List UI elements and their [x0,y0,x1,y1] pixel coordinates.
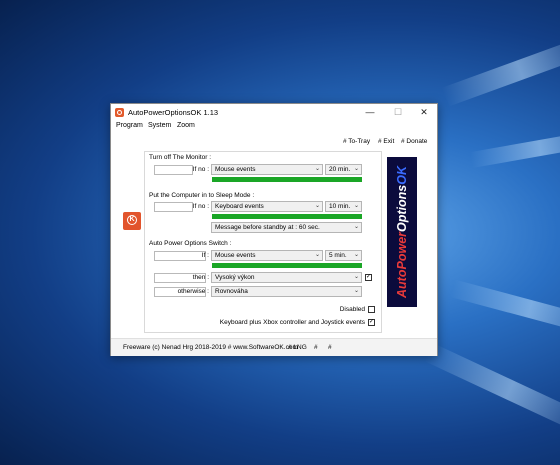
switch-then-select[interactable]: Vysoký výkon ⌄ [211,272,362,283]
menu-system[interactable]: System [148,122,171,129]
sleep-heading: Put the Computer in to Sleep Mode : [149,192,255,199]
sleep-message-select[interactable]: Message before standby at : 60 sec. ⌄ [211,222,362,233]
sleep-if-label: If no : [192,203,209,210]
monitor-if-label: If no : [192,166,209,173]
product-banner: AutoPowerOptionsOK [387,157,417,307]
sleep-time-select[interactable]: 10 min. ⌄ [325,201,362,212]
switch-then-label: then : [192,274,209,281]
chevron-down-icon: ⌄ [353,288,359,294]
exit-link[interactable]: # Exit [378,138,394,145]
sleep-progress-bar [212,214,362,219]
chevron-down-icon: ⌄ [353,203,359,209]
status-bar: Freeware (c) Nenad Hrg 2018-2019 # www.S… [111,338,437,356]
app-logo-icon [123,212,141,230]
sleep-event-select[interactable]: Keyboard events ⌄ [211,201,323,212]
chevron-down-icon: ⌄ [353,274,359,280]
switch-otherwise-label: otherwise : [177,288,209,295]
keyboard-joystick-label: Keyboard plus Xbox controller and Joysti… [219,319,365,326]
chevron-down-icon: ⌄ [353,166,359,172]
monitor-time-select[interactable]: 20 min. ⌄ [325,164,362,175]
keyboard-joystick-checkbox[interactable]: ✓ [368,319,375,326]
disabled-checkbox[interactable] [368,306,375,313]
maximize-button[interactable]: ☐ [387,104,409,121]
hash-link-2[interactable]: # [328,344,332,351]
banner-text-options: Options [395,184,409,232]
app-window: AutoPowerOptionsOK 1.13 — ☐ ✕ Program Sy… [110,103,438,356]
chevron-down-icon: ⌄ [314,203,320,209]
monitor-info-box [154,165,193,175]
monitor-heading: Turn off The Monitor : [149,154,212,161]
switch-then-checkbox[interactable]: ✓ [365,274,372,281]
donate-link[interactable]: # Donate [401,138,427,145]
monitor-event-select[interactable]: Mouse events ⌄ [211,164,323,175]
switch-otherwise-select[interactable]: Rovnováha ⌄ [211,286,362,297]
window-title: AutoPowerOptionsOK 1.13 [128,108,219,117]
switch-if-label: If : [201,252,209,259]
banner-text-ok: OK [395,166,409,185]
monitor-progress-bar [212,177,362,182]
banner-text-power: Power [395,231,409,270]
freeware-link[interactable]: Freeware (c) Nenad Hrg 2018-2019 # www.S… [123,344,298,351]
switch-progress-bar [212,263,362,268]
menu-bar: Program System Zoom [111,121,437,132]
switch-time-select[interactable]: 5 min. ⌄ [325,250,362,261]
hash-link-1[interactable]: # [314,344,318,351]
disabled-label: Disabled [339,306,365,313]
title-bar[interactable]: AutoPowerOptionsOK 1.13 — ☐ ✕ [111,104,437,121]
chevron-down-icon: ⌄ [353,252,359,258]
switch-event-select[interactable]: Mouse events ⌄ [211,250,323,261]
menu-zoom[interactable]: Zoom [177,122,195,129]
banner-text-auto: Auto [395,269,409,298]
menu-program[interactable]: Program [116,122,143,129]
language-link[interactable]: # LNG [288,344,307,351]
close-button[interactable]: ✕ [413,104,435,121]
sleep-info-box [154,202,193,212]
switch-heading: Auto Power Options Switch : [149,240,232,247]
to-tray-link[interactable]: # To-Tray [343,138,370,145]
chevron-down-icon: ⌄ [314,252,320,258]
minimize-button[interactable]: — [359,104,381,121]
chevron-down-icon: ⌄ [353,224,359,230]
app-icon[interactable] [115,108,124,117]
chevron-down-icon: ⌄ [314,166,320,172]
